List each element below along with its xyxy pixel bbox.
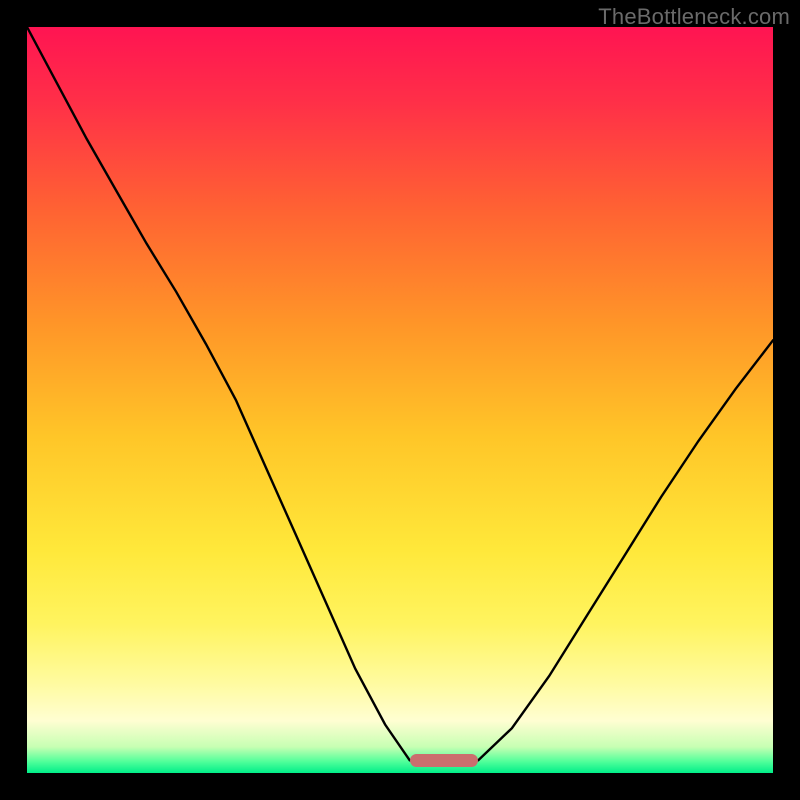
chart-frame: TheBottleneck.com [0,0,800,800]
gradient-background [27,27,773,773]
plot-area [27,27,773,773]
optimum-marker [410,754,479,767]
